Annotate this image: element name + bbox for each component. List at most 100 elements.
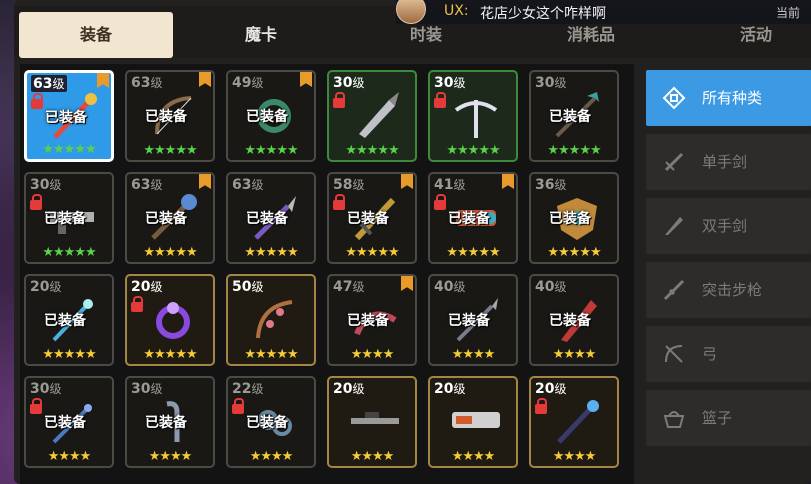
bookmark-icon	[199, 174, 211, 189]
item-level: 30级	[30, 177, 62, 193]
tab-equipment[interactable]: 装备	[19, 12, 173, 58]
weapon-image	[450, 396, 502, 448]
lock-icon	[434, 194, 446, 212]
star-rating: ★★★★	[148, 449, 193, 464]
item-level: 40级	[535, 279, 567, 295]
category-item[interactable]: 篮子	[646, 390, 811, 446]
item-level: 30级	[30, 381, 62, 397]
star-rating: ★★★★★	[446, 143, 500, 158]
item-slot[interactable]: 20级 已装备 ★★★★★	[24, 274, 114, 366]
star-rating: ★★★★	[249, 449, 294, 464]
two-hand-sword-icon	[662, 214, 686, 238]
equipped-label: 已装备	[448, 211, 490, 227]
star-rating: ★★★★★	[345, 143, 399, 158]
star-rating: ★★★★	[47, 449, 92, 464]
equipped-label: 已装备	[145, 415, 187, 431]
item-slot[interactable]: 63级 已装备 ★★★★★	[125, 172, 215, 264]
equipped-label: 已装备	[246, 109, 288, 125]
item-level: 63级	[232, 177, 264, 193]
item-level: 49级	[232, 75, 264, 91]
equipped-label: 已装备	[347, 211, 389, 227]
star-rating: ★★★★★	[547, 245, 601, 260]
weapon-image	[349, 90, 401, 142]
category-label: 篮子	[702, 409, 733, 427]
item-slot[interactable]: 22级 已装备 ★★★★	[226, 376, 316, 468]
chat-channel: 当前	[776, 6, 801, 20]
star-rating: ★★★★★	[244, 245, 298, 260]
star-rating: ★★★★★	[42, 245, 96, 260]
weapon-image	[349, 396, 401, 448]
star-rating: ★★★★	[552, 347, 597, 362]
item-slot[interactable]: 58级 已装备 ★★★★★	[327, 172, 417, 264]
item-grid: 63级 已装备 ★★★★★ 63级 已装备 ★★★★★ 49级 已装备 ★★★★★ 30级 ★★★★…	[20, 64, 634, 484]
item-slot[interactable]: 20级 ★★★★	[529, 376, 619, 468]
weapon-image	[450, 90, 502, 142]
item-slot[interactable]: 30级 已装备 ★★★★	[125, 376, 215, 468]
equipped-label: 已装备	[44, 313, 86, 329]
item-slot[interactable]: 63级 已装备 ★★★★★	[125, 70, 215, 162]
weapon-image	[248, 294, 300, 346]
item-level: 20级	[30, 279, 62, 295]
bookmark-icon	[97, 73, 109, 88]
item-slot[interactable]: 63级 已装备 ★★★★★	[24, 70, 114, 162]
chat-sender: UX:	[444, 3, 469, 19]
lock-icon	[434, 92, 446, 110]
lock-icon	[333, 92, 345, 110]
star-rating: ★★★★	[552, 449, 597, 464]
item-slot[interactable]: 63级 已装备 ★★★★★	[226, 172, 316, 264]
lock-icon	[131, 296, 143, 314]
item-level: 47级	[333, 279, 365, 295]
category-item[interactable]: 突击步枪	[646, 262, 811, 318]
item-slot[interactable]: 20级 ★★★★	[428, 376, 518, 468]
weapon-image	[551, 396, 603, 448]
star-rating: ★★★★	[451, 449, 496, 464]
item-slot[interactable]: 30级 已装备 ★★★★	[24, 376, 114, 468]
weapon-image	[147, 294, 199, 346]
star-rating: ★★★★★	[42, 142, 96, 157]
item-slot[interactable]: 36级 已装备 ★★★★★	[529, 172, 619, 264]
equipped-label: 已装备	[549, 109, 591, 125]
equipped-label: 已装备	[549, 313, 591, 329]
item-level: 30级	[434, 75, 466, 91]
star-rating: ★★★★	[451, 347, 496, 362]
item-slot[interactable]: 30级 ★★★★★	[327, 70, 417, 162]
category-item[interactable]: 单手剑	[646, 134, 811, 190]
item-slot[interactable]: 50级 ★★★★★	[226, 274, 316, 366]
category-item[interactable]: 所有种类	[646, 70, 811, 126]
item-slot[interactable]: 30级已装备 ★★★★★	[529, 70, 619, 162]
tab-magic-cards[interactable]: 魔卡	[184, 12, 338, 58]
chat-bar[interactable]: UX: 花店少女这个咋样啊 当前	[396, 0, 811, 24]
item-slot[interactable]: 20级 ★★★★	[327, 376, 417, 468]
lock-icon	[333, 194, 345, 212]
item-slot[interactable]: 40级已装备 ★★★★	[529, 274, 619, 366]
category-item[interactable]: 弓	[646, 326, 811, 382]
item-slot[interactable]: 47级 已装备 ★★★★	[327, 274, 417, 366]
lock-icon	[535, 398, 547, 416]
item-slot[interactable]: 30级 ★★★★★	[428, 70, 518, 162]
equipped-label: 已装备	[448, 313, 490, 329]
bookmark-icon	[199, 72, 211, 87]
item-level: 20级	[535, 381, 567, 397]
chat-message: 花店少女这个咋样啊	[480, 6, 606, 22]
chat-avatar	[396, 0, 426, 24]
item-level: 63级	[131, 177, 163, 193]
category-item[interactable]: 双手剑	[646, 198, 811, 254]
item-slot[interactable]: 30级 已装备 ★★★★★	[24, 172, 114, 264]
item-level: 20级	[131, 279, 163, 295]
star-rating: ★★★★★	[143, 347, 197, 362]
basket-icon	[662, 406, 686, 430]
star-rating: ★★★★★	[547, 143, 601, 158]
category-label: 所有种类	[702, 89, 763, 107]
item-slot[interactable]: 41级 已装备 ★★★★★	[428, 172, 518, 264]
item-slot[interactable]: 20级 ★★★★★	[125, 274, 215, 366]
item-slot[interactable]: 49级 已装备 ★★★★★	[226, 70, 316, 162]
lock-icon	[30, 194, 42, 212]
item-slot[interactable]: 40级 已装备 ★★★★	[428, 274, 518, 366]
star-rating: ★★★★★	[244, 347, 298, 362]
category-label: 突击步枪	[702, 281, 763, 299]
item-level: 20级	[333, 381, 365, 397]
item-level: 30级	[535, 75, 567, 91]
all-types-icon	[662, 86, 686, 110]
equipped-label: 已装备	[145, 211, 187, 227]
bookmark-icon	[300, 72, 312, 87]
